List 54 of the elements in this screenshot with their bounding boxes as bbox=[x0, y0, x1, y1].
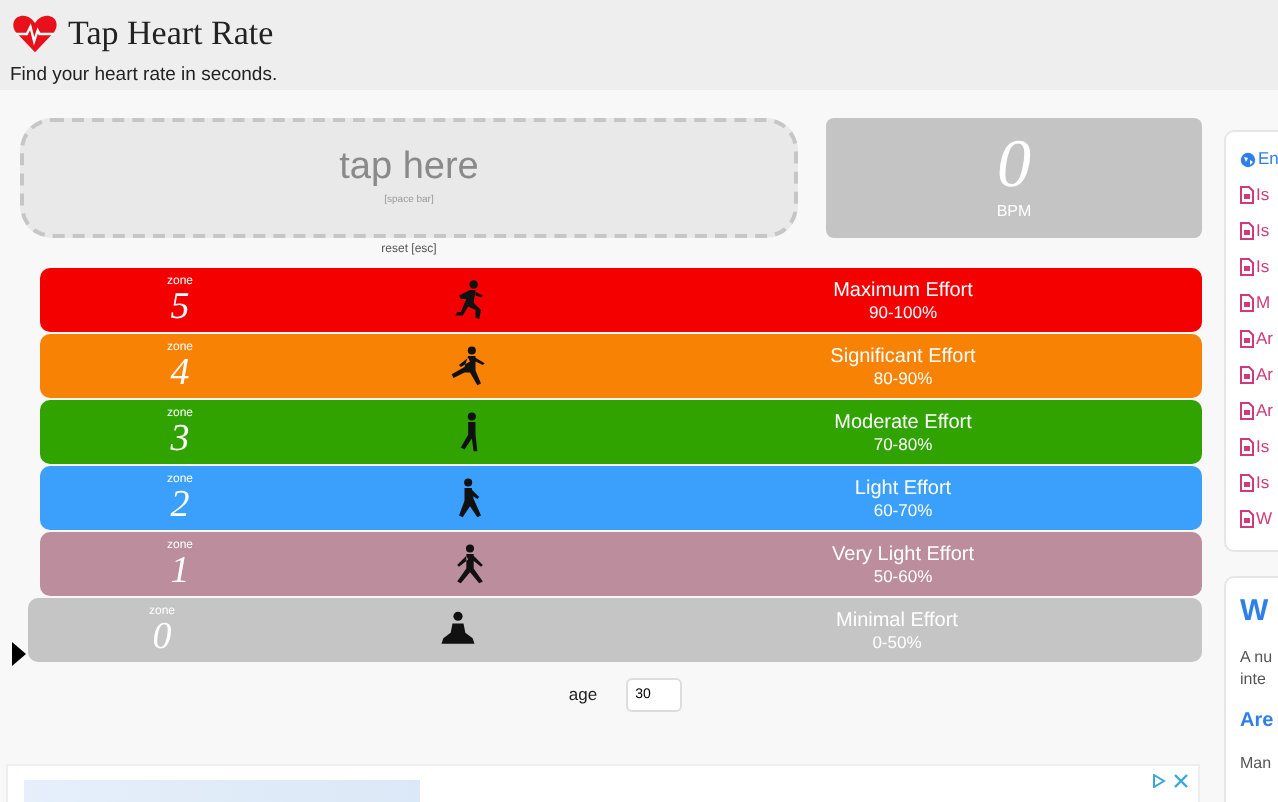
sidebar-link[interactable]: Ar bbox=[1256, 362, 1273, 388]
sidebar-link[interactable]: Is bbox=[1256, 254, 1270, 280]
sidebar-link[interactable]: Is bbox=[1256, 218, 1270, 244]
effort-label: Significant Effort bbox=[830, 345, 976, 367]
effort-label: Minimal Effort bbox=[836, 609, 958, 631]
site-title: Tap Heart Rate bbox=[68, 12, 274, 56]
effort-range: 60-70% bbox=[873, 499, 933, 519]
zone-number: 3 bbox=[170, 419, 190, 457]
document-icon bbox=[1240, 258, 1254, 276]
effort-range: 70-80% bbox=[873, 433, 933, 453]
document-icon bbox=[1240, 186, 1254, 204]
bpm-unit: BPM bbox=[996, 200, 1032, 224]
tagline: Find your heart rate in seconds. bbox=[10, 61, 280, 89]
effort-range: 90-100% bbox=[868, 301, 938, 321]
sidebar-link[interactable]: Is bbox=[1256, 182, 1270, 208]
card-heading: W bbox=[1240, 594, 1271, 630]
sidebar-link[interactable]: Ar bbox=[1256, 326, 1273, 352]
card-subheading: Are bbox=[1240, 708, 1276, 736]
zone-number: 4 bbox=[170, 353, 190, 391]
bpm-value: 0 bbox=[997, 132, 1031, 200]
zone-number: 1 bbox=[170, 551, 190, 589]
effort-range: 0-50% bbox=[872, 631, 922, 651]
ad-choices-icon[interactable] bbox=[1152, 774, 1166, 788]
document-icon bbox=[1240, 510, 1254, 528]
zone-number: 0 bbox=[152, 617, 172, 655]
document-icon bbox=[1240, 474, 1254, 492]
sidebar-link[interactable]: En bbox=[1258, 146, 1278, 172]
globe-icon bbox=[1240, 151, 1256, 167]
age-label: age bbox=[568, 682, 598, 708]
effort-label: Very Light Effort bbox=[832, 543, 974, 565]
card-text: Man bbox=[1240, 752, 1274, 776]
zone-number: 5 bbox=[170, 287, 190, 325]
sidebar-link[interactable]: Is bbox=[1256, 470, 1270, 496]
sidebar-link[interactable]: W bbox=[1256, 506, 1273, 532]
sidebar-link[interactable]: M bbox=[1256, 290, 1271, 316]
document-icon bbox=[1240, 402, 1254, 420]
document-icon bbox=[1240, 438, 1254, 456]
close-icon[interactable] bbox=[1174, 774, 1188, 788]
document-icon bbox=[1240, 366, 1254, 384]
card-text: inte bbox=[1240, 668, 1268, 690]
document-icon bbox=[1240, 222, 1254, 240]
zone-number: 2 bbox=[170, 485, 190, 523]
effort-label: Moderate Effort bbox=[834, 411, 972, 433]
document-icon bbox=[1240, 294, 1254, 312]
effort-range: 50-60% bbox=[873, 565, 933, 585]
pointer-icon bbox=[12, 642, 26, 666]
heart-logo-icon bbox=[10, 13, 60, 54]
effort-range: 80-90% bbox=[873, 367, 933, 387]
sidebar-link[interactable]: Ar bbox=[1256, 398, 1273, 424]
effort-label: Maximum Effort bbox=[833, 279, 973, 301]
card-text: A nu bbox=[1240, 646, 1275, 668]
document-icon bbox=[1240, 330, 1254, 348]
sidebar-link[interactable]: Is bbox=[1256, 434, 1270, 460]
effort-label: Light Effort bbox=[854, 477, 952, 499]
